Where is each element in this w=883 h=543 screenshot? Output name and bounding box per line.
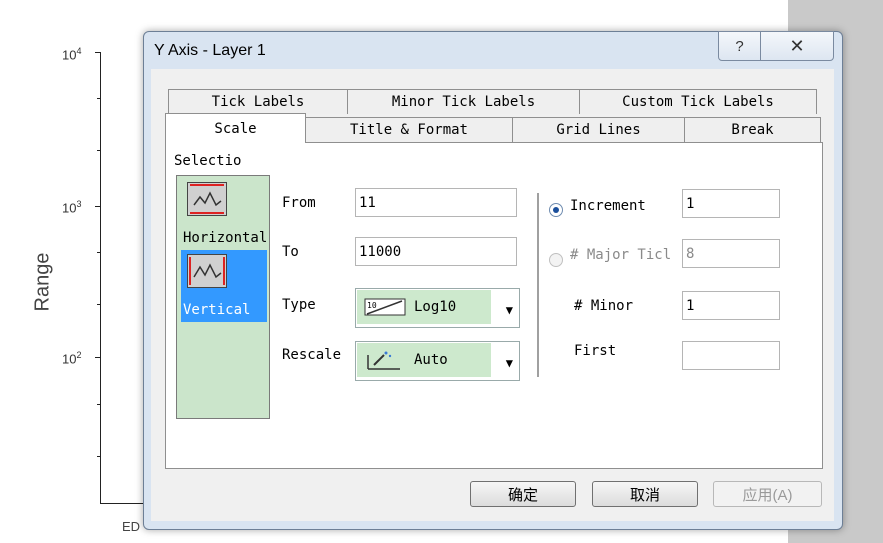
close-button[interactable]: ✕ [760,31,834,61]
y-axis-dialog: Y Axis - Layer 1 ? ✕ Tick Labels Minor T… [143,31,843,530]
tab-custom-tick-labels[interactable]: Custom Tick Labels [579,89,817,114]
cancel-button[interactable]: 取消 [592,481,698,507]
dialog-title: Y Axis - Layer 1 [154,42,266,59]
chevron-down-icon: ▼ [505,356,513,370]
to-label: To [282,244,299,260]
y-tick-label: 102 [62,350,82,367]
major-ticks-label: # Major Ticl [570,247,672,263]
type-label: Type [282,297,316,313]
selection-item-vertical[interactable]: Vertical [181,250,267,322]
auto-rescale-icon [364,349,406,371]
tab-scale[interactable]: Scale [165,113,306,143]
svg-text:10: 10 [367,301,377,310]
vertical-axis-icon [187,254,227,288]
major-ticks-input[interactable]: 8 [682,239,780,268]
selection-label: Selectio [174,153,242,169]
ok-button[interactable]: 确定 [470,481,576,507]
major-ticks-radio[interactable] [549,253,563,267]
y-tick-label: 104 [62,46,82,63]
y-minor-tick [97,150,101,151]
help-button[interactable]: ? [718,31,761,61]
y-minor-tick [97,252,101,253]
selection-item-horizontal[interactable]: Horizontal [181,176,267,248]
minor-ticks-input[interactable]: 1 [682,291,780,320]
rescale-select[interactable]: Auto ▼ [355,341,520,381]
from-label: From [282,195,316,211]
chevron-down-icon: ▼ [505,303,513,317]
y-axis-title: Range [31,252,54,312]
to-input[interactable]: 11000 [355,237,517,266]
rescale-label: Rescale [282,347,342,363]
scale-panel: Selectio Horizontal Vertical From 11 To … [165,142,823,469]
increment-label: Increment [570,198,646,214]
increment-input[interactable]: 1 [682,189,780,218]
tab-minor-tick-labels[interactable]: Minor Tick Labels [347,89,580,114]
y-minor-tick [97,456,101,457]
x-category-label: ED [122,519,141,534]
close-icon: ✕ [789,35,805,56]
tab-tick-labels[interactable]: Tick Labels [168,89,348,114]
minor-ticks-label: # Minor [574,298,634,314]
dialog-client-area: Tick Labels Minor Tick Labels Custom Tic… [151,69,834,521]
selection-list[interactable]: Horizontal Vertical [176,175,270,419]
increment-radio[interactable] [549,203,563,217]
rescale-select-value: Auto [414,352,448,368]
type-select[interactable]: 10 Log10 ▼ [355,288,520,328]
tab-grid-lines[interactable]: Grid Lines [512,117,685,142]
selection-item-label: Vertical [183,302,251,318]
vertical-divider [537,193,539,377]
y-major-tick [95,206,101,207]
selection-item-label: Horizontal [183,230,268,246]
first-tick-label: First [574,343,617,359]
from-input[interactable]: 11 [355,188,517,217]
apply-button[interactable]: 应用(A) [713,481,822,507]
y-minor-tick [97,304,101,305]
y-major-tick [95,357,101,358]
window-controls: ? ✕ [718,31,834,61]
y-minor-tick [97,404,101,405]
y-minor-tick [97,98,101,99]
horizontal-axis-icon [187,182,227,216]
log10-scale-icon: 10 [364,296,406,318]
y-axis-line [100,52,101,504]
y-major-tick [95,52,101,53]
first-tick-input[interactable] [682,341,780,370]
y-tick-label: 103 [62,199,82,216]
help-icon: ? [735,37,744,55]
tab-break[interactable]: Break [684,117,821,142]
type-select-value: Log10 [414,299,457,315]
tab-title-format[interactable]: Title & Format [305,117,513,142]
